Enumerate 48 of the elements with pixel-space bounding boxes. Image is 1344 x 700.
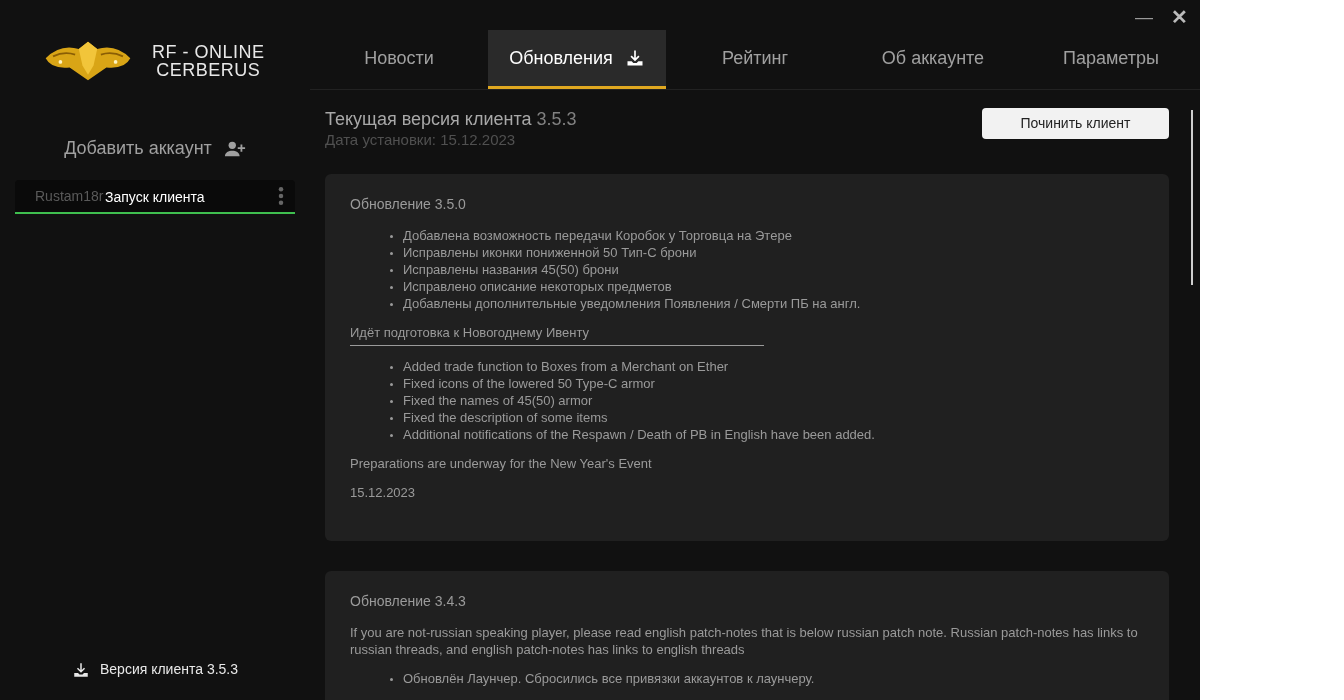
account-name: Rustam18r	[35, 186, 104, 206]
update-text: If you are not-russian speaking player, please read english patch-notes that is below russian patch note. Russian patch-notes has links to russian threads, and english patch-notes has links to english threads	[350, 624, 1139, 658]
scrollbar[interactable]	[1191, 110, 1193, 285]
bullet-icon	[390, 286, 393, 289]
update-title: Обновление 3.5.0	[350, 195, 467, 214]
update-text: Идёт подготовка к Новогоднему Ивенту	[350, 324, 591, 341]
bullet-icon	[390, 417, 393, 420]
add-account-button[interactable]: Добавить аккаунт	[64, 135, 246, 162]
bullet-icon	[390, 434, 393, 437]
client-version: Версия клиента 3.5.3	[99, 660, 239, 679]
download-icon	[71, 660, 90, 679]
tab[interactable]: Новости	[310, 30, 488, 89]
current-version: 3.5.3	[536, 109, 577, 129]
update-item: Fixed the description of some items	[403, 409, 608, 426]
update-item: Added trade function to Boxes from a Merchant on Ether	[403, 358, 729, 375]
update-text: 15.12.2023	[350, 484, 417, 501]
close-button[interactable]: ✕	[1171, 7, 1188, 27]
current-version-label: Текущая версия клиента	[325, 109, 532, 129]
repair-button[interactable]: Починить клиент	[982, 108, 1169, 139]
update-item: Исправлены иконки пониженной 50 Тип-С брони	[403, 244, 697, 261]
update-item: Additional notifications of the Respawn / Death of PB in English have been added.	[403, 426, 875, 443]
bullet-icon	[390, 235, 393, 238]
bullet-icon	[390, 252, 393, 255]
update-text: Preparations are underway for the New Year's Event	[350, 455, 653, 472]
update-title: Обновление 3.4.3	[350, 592, 467, 611]
logo-text: CERBERUS	[156, 61, 261, 79]
more-icon	[278, 187, 284, 205]
install-date: Дата установки: 15.12.2023	[325, 130, 517, 150]
account-item[interactable]: Rustam18rЗапуск клиента	[15, 180, 295, 214]
tab[interactable]: Параметры	[1022, 30, 1200, 89]
tab[interactable]: Об аккаунте	[844, 30, 1022, 89]
update-item: Исправлено описание некоторых предметов	[403, 278, 672, 295]
bullet-icon	[390, 303, 393, 306]
bullet-icon	[390, 269, 393, 272]
tab[interactable]: Обновления	[488, 30, 666, 89]
bullet-icon	[390, 366, 393, 369]
logo-text: RF - ONLINE	[152, 43, 265, 61]
update-item: Fixed icons of the lowered 50 Type-C armor	[403, 375, 655, 392]
update-item: Fixed the names of 45(50) armor	[403, 392, 593, 409]
minimize-button[interactable]: —	[1135, 8, 1153, 26]
bullet-icon	[390, 400, 393, 403]
tab[interactable]: Рейтинг	[666, 30, 844, 89]
update-item: Добавлена возможность передачи Коробок у Торговца на Этере	[403, 227, 792, 244]
bullet-icon	[390, 678, 393, 681]
update-item: Исправлены названия 45(50) брони	[403, 261, 619, 278]
update-item: Обновлён Лаунчер. Сбросились все привязки аккаунтов к лаунчеру.	[403, 670, 815, 687]
update-item: Добавлены дополнительные уведомления Появления / Смерти ПБ на англ.	[403, 295, 861, 312]
bullet-icon	[390, 383, 393, 386]
